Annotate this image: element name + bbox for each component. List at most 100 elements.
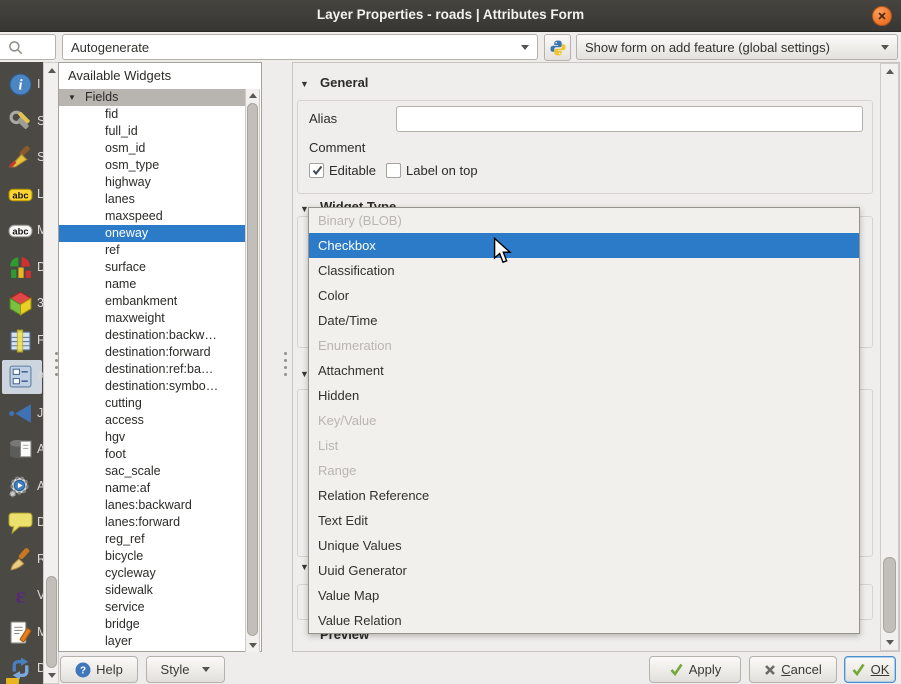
field-item[interactable]: lanes (59, 191, 246, 208)
sidebar-tab-source[interactable]: S (0, 109, 43, 141)
cancel-button[interactable]: Cancel (749, 656, 837, 683)
fields-group-row[interactable]: ▼Fields (59, 89, 246, 106)
field-item[interactable]: hgv (59, 429, 246, 446)
widget-type-option[interactable]: Unique Values (309, 533, 859, 558)
field-item[interactable]: sidewalk (59, 582, 246, 599)
sidebar-tab-auxiliary-storage[interactable]: A (0, 437, 43, 469)
field-item[interactable]: destination:forward (59, 344, 246, 361)
field-item[interactable]: foot (59, 446, 246, 463)
field-item[interactable]: ref (59, 242, 246, 259)
widget-type-option[interactable]: Hidden (309, 383, 859, 408)
fields-tree-scrollbar-thumb[interactable] (247, 103, 258, 636)
python-init-button[interactable] (544, 34, 571, 61)
field-item[interactable]: destination:ref:ba… (59, 361, 246, 378)
ok-button[interactable]: OK (844, 656, 896, 683)
close-button[interactable] (872, 6, 892, 26)
scroll-up-icon[interactable] (48, 68, 56, 73)
field-item[interactable]: fid (59, 106, 246, 123)
sidebar-tab-rendering[interactable]: R (0, 547, 43, 579)
sidebar-tab-variables[interactable]: εV (0, 583, 43, 615)
field-item[interactable]: name (59, 276, 246, 293)
sidebar-tab-view-3d[interactable]: 3 (0, 291, 43, 323)
collapse-caret-icon[interactable]: ▼ (300, 79, 309, 89)
field-item[interactable]: cycleway (59, 565, 246, 582)
field-item[interactable]: service (59, 599, 246, 616)
field-item[interactable]: reg_ref (59, 531, 246, 548)
layer-properties-dialog: Layer Properties - roads | Attributes Fo… (0, 0, 901, 684)
sidebar-tab-display[interactable]: D (0, 510, 43, 542)
field-item[interactable]: osm_id (59, 140, 246, 157)
widget-type-option[interactable]: Text Edit (309, 508, 859, 533)
sidebar-tab-symbology[interactable]: S (0, 145, 43, 177)
scroll-down-icon[interactable] (886, 640, 894, 645)
panel-scrollbar[interactable] (880, 63, 899, 651)
field-item-label: foot (105, 446, 126, 463)
field-item-label: layer (105, 633, 132, 650)
titlebar[interactable]: Layer Properties - roads | Attributes Fo… (0, 0, 901, 32)
help-button[interactable]: ? Help (60, 656, 138, 683)
scroll-up-icon[interactable] (886, 69, 894, 74)
widget-type-option: Range (309, 458, 859, 483)
field-item-label: destination:symbo… (105, 378, 218, 395)
fields-tree-scrollbar[interactable] (245, 89, 260, 652)
sidebar-tab-actions[interactable]: A (0, 474, 43, 506)
field-item[interactable]: destination:symbo… (59, 378, 246, 395)
widget-type-option[interactable]: Value Map (309, 583, 859, 608)
widget-type-option[interactable]: Classification (309, 258, 859, 283)
field-item[interactable]: layer (59, 633, 246, 650)
widget-type-option[interactable]: Relation Reference (309, 483, 859, 508)
scroll-up-icon[interactable] (249, 93, 257, 98)
field-item[interactable]: full_id (59, 123, 246, 140)
field-item-label: hgv (105, 429, 125, 446)
field-item[interactable]: oneway (59, 225, 246, 242)
widget-type-option[interactable]: Checkbox (309, 233, 859, 258)
field-item[interactable]: name:af (59, 480, 246, 497)
field-item[interactable]: cutting (59, 395, 246, 412)
editable-checkbox[interactable] (309, 163, 324, 178)
field-item[interactable]: lanes:forward (59, 514, 246, 531)
splitter-grip[interactable] (55, 352, 58, 380)
label-on-top-label[interactable]: Label on top (406, 163, 478, 178)
search-input[interactable] (0, 34, 56, 60)
editable-label[interactable]: Editable (329, 163, 376, 178)
sidebar-tab-labels[interactable]: abcL (0, 182, 43, 214)
sidebar-tab-joins[interactable]: J (0, 401, 43, 433)
style-menu-button[interactable]: Style (146, 656, 225, 683)
field-item[interactable]: destination:backw… (59, 327, 246, 344)
field-item[interactable]: lanes:backward (59, 497, 246, 514)
widget-type-option[interactable]: Color (309, 283, 859, 308)
field-item[interactable]: access (59, 412, 246, 429)
sidebar-scrollbar-thumb[interactable] (46, 576, 57, 668)
field-item[interactable]: bicycle (59, 548, 246, 565)
scroll-down-icon[interactable] (48, 673, 56, 678)
panel-scrollbar-thumb[interactable] (883, 557, 896, 633)
apply-button[interactable]: Apply (649, 656, 741, 683)
sidebar-tab-information[interactable]: iI (0, 72, 43, 104)
show-form-combo[interactable]: Show form on add feature (global setting… (576, 34, 898, 60)
alias-input[interactable] (396, 106, 863, 132)
field-item[interactable]: maxspeed (59, 208, 246, 225)
widget-type-option[interactable]: Attachment (309, 358, 859, 383)
expand-caret-icon[interactable]: ▼ (68, 89, 76, 106)
field-item[interactable]: maxweight (59, 310, 246, 327)
sidebar-tab-metadata[interactable]: M (0, 620, 43, 652)
sidebar-tab-diagrams[interactable]: D (0, 255, 43, 287)
field-item[interactable]: sac_scale (59, 463, 246, 480)
splitter-grip[interactable] (284, 352, 287, 380)
label-on-top-checkbox[interactable] (386, 163, 401, 178)
widget-type-option[interactable]: Value Relation (309, 608, 859, 633)
form-layout-combo[interactable]: Autogenerate (62, 34, 538, 60)
widget-type-option[interactable]: Uuid Generator (309, 558, 859, 583)
field-item[interactable]: embankment (59, 293, 246, 310)
field-item[interactable]: bridge (59, 616, 246, 633)
sidebar-tab-masks[interactable]: abcM (0, 218, 43, 250)
sidebar-tab-fields[interactable]: F (0, 328, 43, 360)
widget-type-option[interactable]: Date/Time (309, 308, 859, 333)
scroll-down-icon[interactable] (249, 643, 257, 648)
svg-text:abc: abc (12, 190, 28, 200)
field-item[interactable]: osm_type (59, 157, 246, 174)
field-item[interactable]: highway (59, 174, 246, 191)
field-item-label: maxweight (105, 310, 165, 327)
field-item[interactable]: surface (59, 259, 246, 276)
sidebar-tab-attributes-form[interactable]: A (0, 364, 43, 396)
